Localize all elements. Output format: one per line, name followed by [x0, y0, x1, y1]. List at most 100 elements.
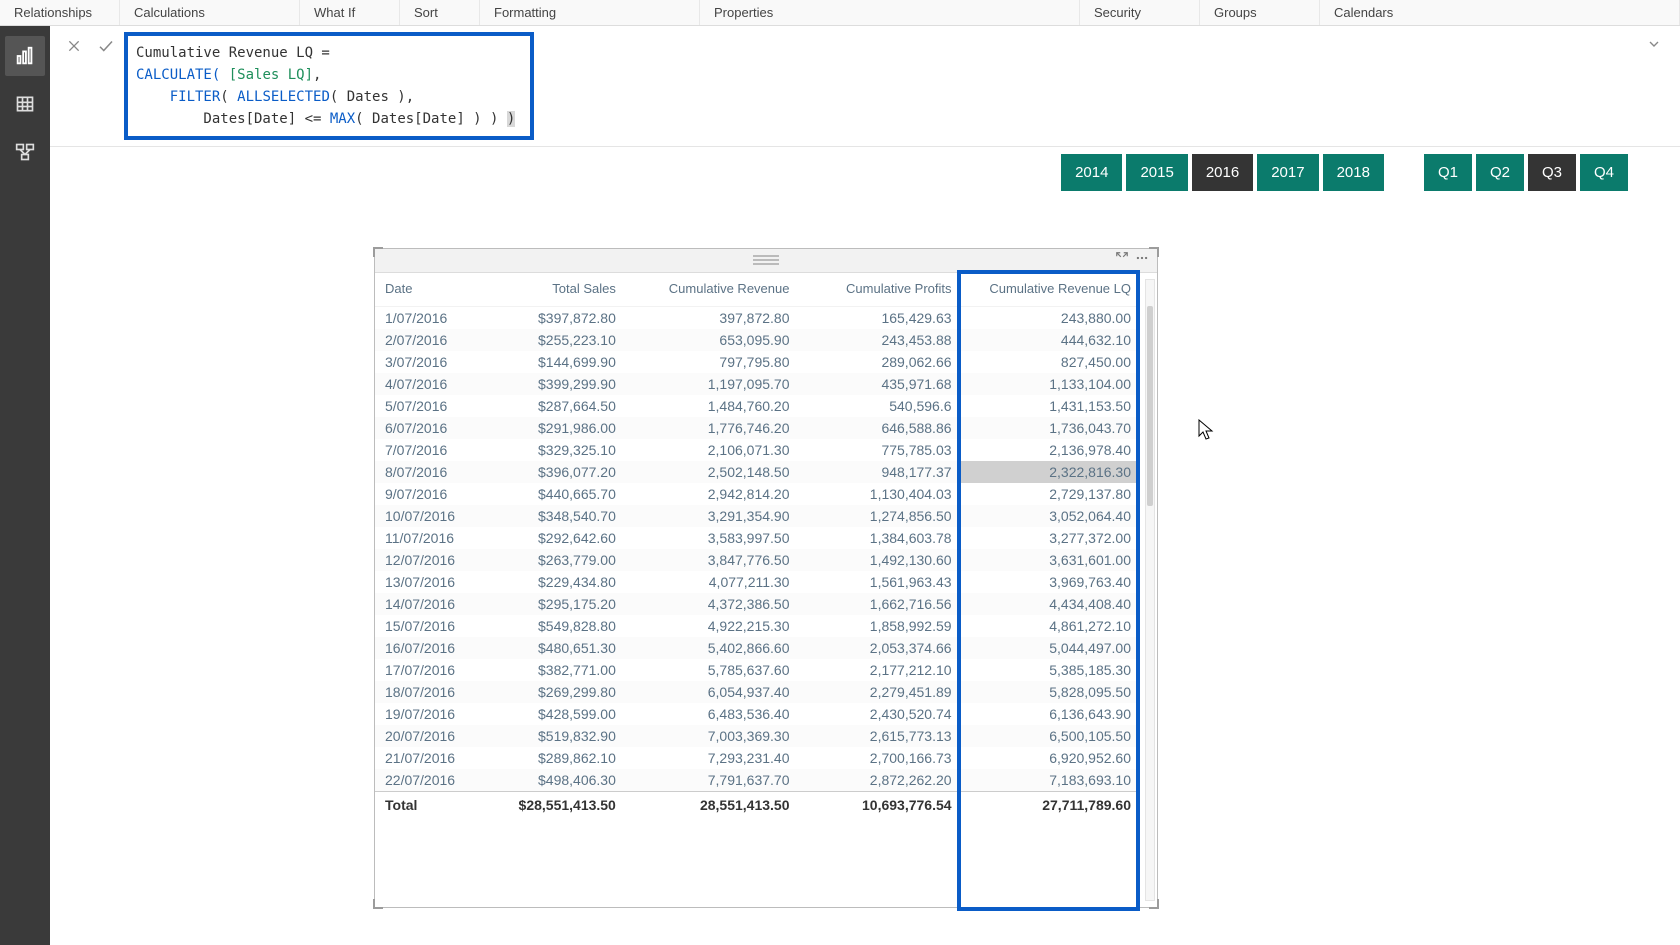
table-row[interactable]: 3/07/2016$144,699.90797,795.80289,062.66… — [375, 351, 1139, 373]
year-slicer-2015[interactable]: 2015 — [1126, 154, 1187, 191]
cell-total-sales: $295,175.20 — [479, 593, 624, 615]
table-row[interactable]: 2/07/2016$255,223.10653,095.90243,453.88… — [375, 329, 1139, 351]
table-row[interactable]: 18/07/2016$269,299.806,054,937.402,279,4… — [375, 681, 1139, 703]
quarter-slicer-Q3[interactable]: Q3 — [1528, 154, 1576, 191]
cell-cum-rev: 4,922,215.30 — [624, 615, 798, 637]
table-row[interactable]: 4/07/2016$399,299.901,197,095.70435,971.… — [375, 373, 1139, 395]
table-row[interactable]: 5/07/2016$287,664.501,484,760.20540,596.… — [375, 395, 1139, 417]
ribbon-tab-groups[interactable]: Groups — [1200, 0, 1320, 25]
ribbon-tab-properties[interactable]: Properties — [700, 0, 1080, 25]
cell-total-sales: $480,651.30 — [479, 637, 624, 659]
cell-date: 18/07/2016 — [375, 681, 479, 703]
quarter-slicer-Q2[interactable]: Q2 — [1476, 154, 1524, 191]
cell-cum-profits: 435,971.68 — [797, 373, 959, 395]
total-c3: 28,551,413.50 — [624, 792, 798, 819]
col-header-date[interactable]: Date — [375, 273, 479, 307]
cell-cum-rev: 1,197,095.70 — [624, 373, 798, 395]
cell-cum-profits: 243,453.88 — [797, 329, 959, 351]
table-row[interactable]: 21/07/2016$289,862.107,293,231.402,700,1… — [375, 747, 1139, 769]
formula-commit-icon[interactable] — [92, 32, 120, 60]
table-row[interactable]: 11/07/2016$292,642.603,583,997.501,384,6… — [375, 527, 1139, 549]
ribbon-tab-formatting[interactable]: Formatting — [480, 0, 700, 25]
cell-cum-profits: 2,615,773.13 — [797, 725, 959, 747]
vertical-scrollbar[interactable] — [1145, 279, 1155, 901]
cell-cum-rev: 7,003,369.30 — [624, 725, 798, 747]
formula-expand-icon[interactable] — [1646, 36, 1662, 57]
cell-date: 21/07/2016 — [375, 747, 479, 769]
cell-cum-rev-lq: 4,434,408.40 — [960, 593, 1139, 615]
cell-cum-rev-lq: 5,828,095.50 — [960, 681, 1139, 703]
table-row[interactable]: 9/07/2016$440,665.702,942,814.201,130,40… — [375, 483, 1139, 505]
cell-total-sales: $291,986.00 — [479, 417, 624, 439]
ribbon-tab-calendars[interactable]: Calendars — [1320, 0, 1680, 25]
cell-cum-rev-lq: 5,044,497.00 — [960, 637, 1139, 659]
cell-cum-rev: 5,785,637.60 — [624, 659, 798, 681]
table-row[interactable]: 13/07/2016$229,434.804,077,211.301,561,9… — [375, 571, 1139, 593]
cell-cum-rev: 397,872.80 — [624, 307, 798, 330]
cell-cum-profits: 2,177,212.10 — [797, 659, 959, 681]
cell-cum-rev: 4,372,386.50 — [624, 593, 798, 615]
drag-grip-icon[interactable] — [753, 255, 779, 265]
col-header-total-sales[interactable]: Total Sales — [479, 273, 624, 307]
cell-total-sales: $263,779.00 — [479, 549, 624, 571]
cell-total-sales: $440,665.70 — [479, 483, 624, 505]
col-header-cum-rev[interactable]: Cumulative Revenue — [624, 273, 798, 307]
table-row[interactable]: 12/07/2016$263,779.003,847,776.501,492,1… — [375, 549, 1139, 571]
table-row[interactable]: 10/07/2016$348,540.703,291,354.901,274,8… — [375, 505, 1139, 527]
cell-cum-rev: 3,847,776.50 — [624, 549, 798, 571]
cell-total-sales: $144,699.90 — [479, 351, 624, 373]
cell-cum-profits: 1,130,404.03 — [797, 483, 959, 505]
cell-date: 4/07/2016 — [375, 373, 479, 395]
table-row[interactable]: 8/07/2016$396,077.202,502,148.50948,177.… — [375, 461, 1139, 483]
table-row[interactable]: 15/07/2016$549,828.804,922,215.301,858,9… — [375, 615, 1139, 637]
formula-editor[interactable]: Cumulative Revenue LQ = CALCULATE( [Sale… — [124, 32, 534, 140]
ribbon-tab-calculations[interactable]: Calculations — [120, 0, 300, 25]
table-row[interactable]: 19/07/2016$428,599.006,483,536.402,430,5… — [375, 703, 1139, 725]
year-slicer-2018[interactable]: 2018 — [1323, 154, 1384, 191]
year-slicer-2016[interactable]: 2016 — [1192, 154, 1253, 191]
report-view-icon[interactable] — [5, 36, 45, 76]
cell-date: 20/07/2016 — [375, 725, 479, 747]
data-view-icon[interactable] — [5, 84, 45, 124]
cell-total-sales: $287,664.50 — [479, 395, 624, 417]
cell-cum-rev: 2,502,148.50 — [624, 461, 798, 483]
ribbon-tab-security[interactable]: Security — [1080, 0, 1200, 25]
ribbon-tab-relationships[interactable]: Relationships — [0, 0, 120, 25]
table-row[interactable]: 17/07/2016$382,771.005,785,637.602,177,2… — [375, 659, 1139, 681]
table-row[interactable]: 7/07/2016$329,325.102,106,071.30775,785.… — [375, 439, 1139, 461]
table-row[interactable]: 16/07/2016$480,651.305,402,866.602,053,3… — [375, 637, 1139, 659]
total-c5: 27,711,789.60 — [960, 792, 1139, 819]
model-view-icon[interactable] — [5, 132, 45, 172]
table-total-row: Total $28,551,413.50 28,551,413.50 10,69… — [375, 792, 1139, 819]
year-slicer-2014[interactable]: 2014 — [1061, 154, 1122, 191]
col-header-cum-profits[interactable]: Cumulative Profits — [797, 273, 959, 307]
ribbon-tab-sort[interactable]: Sort — [400, 0, 480, 25]
table-row[interactable]: 22/07/2016$498,406.307,791,637.702,872,2… — [375, 769, 1139, 792]
scrollbar-thumb[interactable] — [1147, 306, 1153, 506]
col-header-cum-rev-lq[interactable]: Cumulative Revenue LQ — [960, 273, 1139, 307]
cell-cum-rev: 3,291,354.90 — [624, 505, 798, 527]
table-row[interactable]: 20/07/2016$519,832.907,003,369.302,615,7… — [375, 725, 1139, 747]
table-row[interactable]: 1/07/2016$397,872.80397,872.80165,429.63… — [375, 307, 1139, 330]
cell-cum-rev-lq: 243,880.00 — [960, 307, 1139, 330]
quarter-slicer-Q1[interactable]: Q1 — [1424, 154, 1472, 191]
cell-cum-rev: 797,795.80 — [624, 351, 798, 373]
focus-mode-icon[interactable] — [1115, 251, 1129, 270]
quarter-slicer-Q4[interactable]: Q4 — [1580, 154, 1628, 191]
cell-cum-rev-lq: 444,632.10 — [960, 329, 1139, 351]
table-row[interactable]: 14/07/2016$295,175.204,372,386.501,662,7… — [375, 593, 1139, 615]
cell-cum-profits: 289,062.66 — [797, 351, 959, 373]
more-options-icon[interactable] — [1135, 251, 1149, 270]
cell-cum-rev: 5,402,866.60 — [624, 637, 798, 659]
formula-cancel-icon[interactable] — [60, 32, 88, 60]
cell-date: 2/07/2016 — [375, 329, 479, 351]
year-slicer-2017[interactable]: 2017 — [1257, 154, 1318, 191]
table-visual[interactable]: Date Total Sales Cumulative Revenue Cumu… — [374, 248, 1158, 908]
cell-cum-profits: 646,588.86 — [797, 417, 959, 439]
data-table: Date Total Sales Cumulative Revenue Cumu… — [375, 273, 1139, 818]
cell-date: 17/07/2016 — [375, 659, 479, 681]
cell-cum-profits: 2,279,451.89 — [797, 681, 959, 703]
ribbon-tab-whatif[interactable]: What If — [300, 0, 400, 25]
table-row[interactable]: 6/07/2016$291,986.001,776,746.20646,588.… — [375, 417, 1139, 439]
cell-cum-rev-lq: 5,385,185.30 — [960, 659, 1139, 681]
